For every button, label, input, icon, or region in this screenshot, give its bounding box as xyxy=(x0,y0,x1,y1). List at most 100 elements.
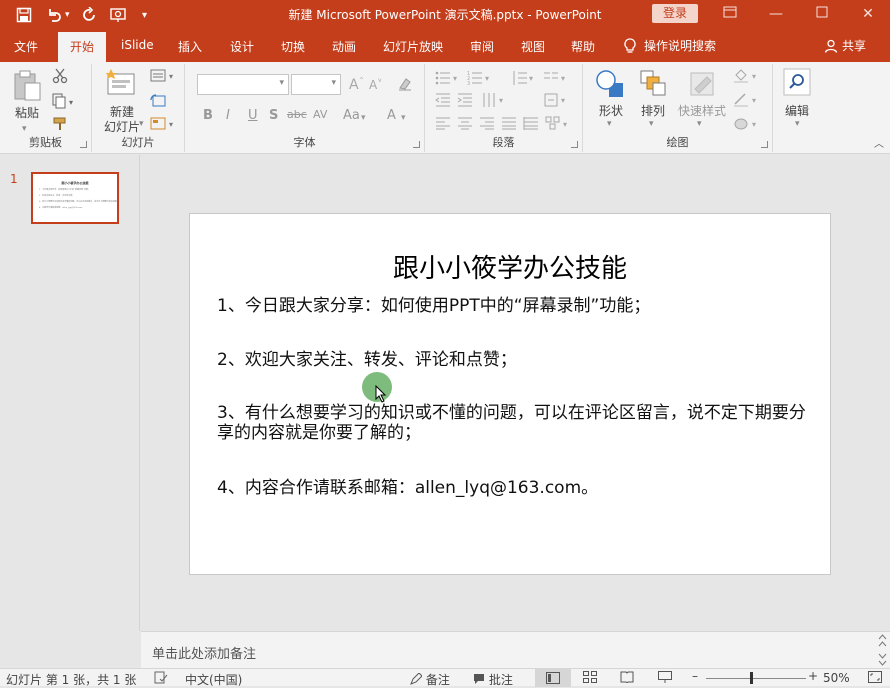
zoom-slider[interactable] xyxy=(706,678,806,679)
cut-icon[interactable] xyxy=(52,68,68,88)
decrease-indent-icon[interactable] xyxy=(435,92,451,112)
change-case-dropdown-icon[interactable]: ▾ xyxy=(361,113,366,123)
close-icon[interactable]: ✕ xyxy=(848,4,888,26)
columns-icon[interactable]: ▾ xyxy=(543,70,569,90)
bullets-icon[interactable]: ▾ xyxy=(435,70,461,90)
new-slide-dropdown-icon[interactable]: ▾ xyxy=(139,119,144,129)
line-spacing-icon[interactable]: ▾ xyxy=(511,70,537,90)
convert-smartart-icon[interactable]: ▾ xyxy=(545,116,571,134)
tab-slideshow[interactable]: 幻灯片放映 xyxy=(383,38,443,55)
slide-title[interactable]: 跟小小筱学办公技能 xyxy=(190,248,830,285)
align-right-icon[interactable] xyxy=(479,116,495,134)
slide-count: 幻灯片 第 1 张，共 1 张 xyxy=(6,673,137,687)
bold-button[interactable]: B xyxy=(203,108,213,123)
login-button[interactable]: 登录 xyxy=(652,4,698,23)
tab-animations[interactable]: 动画 xyxy=(332,38,356,55)
distributed-icon[interactable] xyxy=(523,116,539,134)
tab-home[interactable]: 开始 xyxy=(58,32,107,62)
paste-icon[interactable] xyxy=(12,70,42,106)
shape-outline-icon[interactable]: ▾ xyxy=(733,92,761,112)
fit-slide-icon[interactable] xyxy=(868,671,882,686)
maximize-icon[interactable] xyxy=(802,4,842,26)
comments-toggle[interactable]: 批注 xyxy=(473,671,513,688)
tab-insert[interactable]: 插入 xyxy=(178,38,202,55)
slide-line-4[interactable]: 4、内容合作请联系邮箱：allen_lyq@163.com。 xyxy=(217,478,817,498)
tab-view[interactable]: 视图 xyxy=(521,38,545,55)
language[interactable]: 中文(中国) xyxy=(185,671,242,688)
slide-sorter-icon[interactable] xyxy=(583,671,597,686)
tell-me-search[interactable]: 操作说明搜索 xyxy=(624,37,716,54)
font-size-combo[interactable]: ▾ xyxy=(291,74,341,95)
font-color-dropdown-icon[interactable]: ▾ xyxy=(401,113,406,123)
find-icon[interactable] xyxy=(783,68,811,100)
collapse-ribbon-icon[interactable]: ︿ xyxy=(874,135,884,150)
slide-canvas[interactable]: 跟小小筱学办公技能 1、今日跟大家分享：如何使用PPT中的“屏幕录制”功能； 2… xyxy=(189,213,831,575)
quick-styles-dropdown-icon[interactable]: ▾ xyxy=(697,119,702,129)
shape-fill-icon[interactable]: ▾ xyxy=(733,68,761,88)
slide-thumbnail[interactable]: 跟小小筱学办公技能 1、今日跟大家分享：如何使用PPT中的“屏幕录制”功能； 2… xyxy=(31,172,119,224)
arrange-icon[interactable] xyxy=(639,69,667,103)
zoom-slider-thumb[interactable] xyxy=(750,672,753,684)
copy-icon[interactable]: ▾ xyxy=(52,93,76,113)
paste-dropdown-icon[interactable]: ▾ xyxy=(22,124,27,134)
numbering-icon[interactable]: 1 2 3 ▾ xyxy=(467,70,493,90)
clipboard-launcher-icon[interactable] xyxy=(80,141,87,148)
slide-line-2[interactable]: 2、欢迎大家关注、转发、评论和点赞； xyxy=(217,350,817,370)
notes-toggle[interactable]: 备注 xyxy=(410,671,450,688)
tab-review[interactable]: 审阅 xyxy=(470,38,494,55)
tab-design[interactable]: 设计 xyxy=(230,38,254,55)
tab-transitions[interactable]: 切换 xyxy=(281,38,305,55)
underline-button[interactable]: U xyxy=(248,108,258,123)
zoom-in-button[interactable]: + xyxy=(808,669,818,683)
tab-islide[interactable]: iSlide xyxy=(121,38,154,52)
clear-format-icon[interactable] xyxy=(397,76,413,96)
justify-icon[interactable] xyxy=(501,116,517,134)
char-spacing-button[interactable]: AV xyxy=(313,108,327,121)
minimize-icon[interactable]: — xyxy=(756,4,796,26)
shapes-dropdown-icon[interactable]: ▾ xyxy=(607,119,612,129)
slide-line-1[interactable]: 1、今日跟大家分享：如何使用PPT中的“屏幕录制”功能； xyxy=(217,296,817,316)
format-painter-icon[interactable] xyxy=(52,116,68,136)
shadow-button[interactable]: S xyxy=(269,108,278,123)
align-center-icon[interactable] xyxy=(457,116,473,134)
scrollbar[interactable] xyxy=(875,633,890,667)
drawing-launcher-icon[interactable] xyxy=(761,141,768,148)
text-direction-icon[interactable]: ▾ xyxy=(481,92,507,112)
drawing-group-label: 绘图 xyxy=(666,136,689,149)
normal-view-icon[interactable] xyxy=(535,669,571,687)
increase-indent-icon[interactable] xyxy=(457,92,473,112)
quick-styles-icon[interactable] xyxy=(687,69,717,103)
zoom-level[interactable]: 50% xyxy=(823,671,850,685)
notes-pane[interactable]: 单击此处添加备注 xyxy=(141,631,890,668)
slideshow-icon[interactable] xyxy=(658,671,672,686)
slide-line-3[interactable]: 3、有什么想要学习的知识或不懂的问题，可以在评论区留言，说不定下期要分享的内容就… xyxy=(217,403,817,443)
align-left-icon[interactable] xyxy=(435,116,451,134)
change-case-button[interactable]: Aa xyxy=(343,108,360,123)
zoom-out-button[interactable]: – xyxy=(692,669,698,683)
reading-view-icon[interactable] xyxy=(620,671,634,686)
mouse-cursor-icon xyxy=(375,384,387,407)
arrange-dropdown-icon[interactable]: ▾ xyxy=(649,119,654,129)
italic-button[interactable]: I xyxy=(226,108,230,123)
shapes-icon[interactable] xyxy=(595,69,627,103)
strikethrough-button[interactable]: abc xyxy=(287,108,307,121)
share-button[interactable]: 共享 xyxy=(824,37,866,54)
reset-icon[interactable] xyxy=(150,93,166,113)
align-text-icon[interactable]: ▾ xyxy=(543,92,569,112)
increase-font-icon[interactable]: A ^ xyxy=(349,76,365,94)
new-slide-icon[interactable] xyxy=(105,68,136,102)
editing-dropdown-icon[interactable]: ▾ xyxy=(795,119,800,129)
font-launcher-icon[interactable] xyxy=(413,141,420,148)
font-color-button[interactable]: A xyxy=(387,108,396,123)
spellcheck-icon[interactable] xyxy=(154,671,168,687)
paragraph-launcher-icon[interactable] xyxy=(571,141,578,148)
tab-file[interactable]: 文件 xyxy=(14,38,38,55)
shape-effects-icon[interactable]: ▾ xyxy=(733,116,761,136)
ribbon-display-icon[interactable] xyxy=(710,4,750,26)
decrease-font-icon[interactable]: Av xyxy=(369,76,385,94)
layout-icon[interactable]: ▾ xyxy=(150,68,178,88)
tab-help[interactable]: 帮助 xyxy=(571,38,595,55)
thumbnail-line-2: 2、欢迎大家关注、转发、评论和点赞； xyxy=(39,195,75,197)
section-icon[interactable]: ▾ xyxy=(150,116,178,136)
font-name-combo[interactable]: ▾ xyxy=(197,74,289,95)
